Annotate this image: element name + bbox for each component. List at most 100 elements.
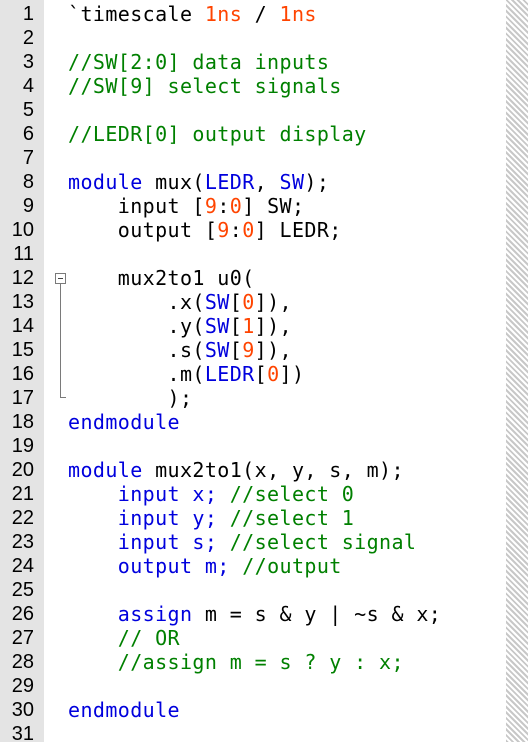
code-line[interactable]: 12 mux2to1 u0( <box>0 266 506 290</box>
code-text[interactable]: // OR <box>68 626 180 650</box>
code-token-keyword: LEDR <box>204 170 255 194</box>
code-text[interactable]: .m(LEDR[0]) <box>68 362 305 386</box>
code-line[interactable]: 22 input y; //select 1 <box>0 506 506 530</box>
code-token-comment: // OR <box>68 626 180 650</box>
code-text[interactable]: .s(SW[9]), <box>68 338 292 362</box>
line-number: 3 <box>22 51 34 73</box>
code-text[interactable]: output m; //output <box>68 554 342 578</box>
code-text[interactable]: input [9:0] SW; <box>68 194 304 218</box>
line-number: 27 <box>11 627 34 649</box>
code-line[interactable]: 13 .x(SW[0]), <box>0 290 506 314</box>
code-line[interactable]: 21 input x; //select 0 <box>0 482 506 506</box>
code-text[interactable]: mux2to1 u0( <box>68 266 255 290</box>
line-number: 31 <box>11 723 34 742</box>
code-token-default: ]), <box>254 314 292 338</box>
line-number: 10 <box>11 219 34 241</box>
code-token-comment: //select signal <box>229 530 417 554</box>
code-line[interactable]: 19 <box>0 434 506 458</box>
code-token-default: ]), <box>254 290 292 314</box>
code-text[interactable]: //LEDR[0] output display <box>68 122 367 146</box>
line-number: 21 <box>11 483 34 505</box>
code-token-default: mux2to1 u0( <box>68 266 255 290</box>
line-number: 30 <box>11 699 34 721</box>
code-line[interactable]: 31 <box>0 722 506 742</box>
code-text[interactable]: ); <box>68 386 193 410</box>
code-token-default: : <box>229 218 243 242</box>
code-line[interactable]: 17 ); <box>0 386 506 410</box>
code-token-number: 0 <box>242 290 255 314</box>
code-line[interactable]: 26 assign m = s & y | ~s & x; <box>0 602 506 626</box>
code-token-number: 9 <box>204 194 218 218</box>
code-line[interactable]: 29 <box>0 674 506 698</box>
line-number: 28 <box>11 651 34 673</box>
code-line[interactable]: 9 input [9:0] SW; <box>0 194 506 218</box>
code-line[interactable]: 2 <box>0 26 506 50</box>
code-line[interactable]: 10 output [9:0] LEDR; <box>0 218 506 242</box>
code-token-number: 0 <box>267 362 280 386</box>
code-text[interactable]: .y(SW[1]), <box>68 314 292 338</box>
code-text[interactable]: `timescale 1ns / 1ns <box>68 2 317 26</box>
code-line[interactable]: 3 //SW[2:0] data inputs <box>0 50 506 74</box>
code-token-default: mux2to1(x, y, s, m); <box>142 458 404 482</box>
code-line[interactable]: 7 <box>0 146 506 170</box>
code-text[interactable]: //SW[2:0] data inputs <box>68 50 329 74</box>
code-token-default: `timescale <box>68 2 205 26</box>
code-token-default: : <box>217 194 230 218</box>
code-text[interactable]: assign m = s & y | ~s & x; <box>68 602 441 626</box>
code-line[interactable]: 8 module mux(LEDR, SW); <box>0 170 506 194</box>
code-token-default: input [ <box>68 194 205 218</box>
code-token-default: mux( <box>142 170 205 194</box>
code-line[interactable]: 11 <box>0 242 506 266</box>
code-line[interactable]: 30 endmodule <box>0 698 506 722</box>
code-line[interactable]: 14 .y(SW[1]), <box>0 314 506 338</box>
code-text[interactable]: //SW[9] select signals <box>68 74 342 98</box>
code-text[interactable]: .x(SW[0]), <box>68 290 292 314</box>
line-number: 8 <box>22 171 34 193</box>
code-line[interactable]: 1 `timescale 1ns / 1ns <box>0 2 506 26</box>
line-number: 13 <box>11 291 34 313</box>
code-token-default: m = s & y | ~s & x; <box>192 602 442 626</box>
code-line[interactable]: 24 output m; //output <box>0 554 506 578</box>
line-number: 19 <box>11 435 34 457</box>
code-token-default: ]), <box>254 338 292 362</box>
line-number: 24 <box>11 555 34 577</box>
code-line[interactable]: 20 module mux2to1(x, y, s, m); <box>0 458 506 482</box>
line-number: 22 <box>11 507 34 529</box>
code-token-default: ] SW; <box>242 194 305 218</box>
code-token-keyword: input y; <box>68 506 230 530</box>
code-token-default: / <box>242 2 280 26</box>
code-line[interactable]: 18 endmodule <box>0 410 506 434</box>
code-text[interactable]: module mux2to1(x, y, s, m); <box>68 458 404 482</box>
code-text[interactable]: input x; //select 0 <box>68 482 354 506</box>
line-number: 4 <box>22 75 34 97</box>
code-line[interactable]: 15 .s(SW[9]), <box>0 338 506 362</box>
code-token-keyword: input x; <box>68 482 230 506</box>
line-number: 5 <box>22 99 34 121</box>
code-line[interactable]: 16 .m(LEDR[0]) <box>0 362 506 386</box>
code-token-keyword: LEDR <box>204 362 255 386</box>
code-token-default: [ <box>229 338 243 362</box>
code-line[interactable]: 5 <box>0 98 506 122</box>
code-text[interactable]: input s; //select signal <box>68 530 416 554</box>
line-number: 9 <box>22 195 34 217</box>
code-line[interactable]: 25 <box>0 578 506 602</box>
code-line[interactable]: 4 //SW[9] select signals <box>0 74 506 98</box>
code-line[interactable]: 27 // OR <box>0 626 506 650</box>
code-text[interactable]: output [9:0] LEDR; <box>68 218 342 242</box>
code-token-keyword: endmodule <box>68 698 180 722</box>
code-text[interactable]: //assign m = s ? y : x; <box>68 650 404 674</box>
code-text[interactable]: module mux(LEDR, SW); <box>68 170 329 194</box>
code-line[interactable]: 23 input s; //select signal <box>0 530 506 554</box>
code-text[interactable]: input y; //select 1 <box>68 506 354 530</box>
code-text[interactable]: endmodule <box>68 410 180 434</box>
code-line[interactable]: 6 //LEDR[0] output display <box>0 122 506 146</box>
code-editor[interactable]: 1 `timescale 1ns / 1ns 2 3 //SW[2:0] data in… <box>0 0 528 742</box>
code-line[interactable]: 28 //assign m = s ? y : x; <box>0 650 506 674</box>
line-number: 20 <box>11 459 34 481</box>
code-text[interactable]: endmodule <box>68 698 180 722</box>
code-token-keyword: module <box>68 170 143 194</box>
code-token-number: 1ns <box>279 2 317 26</box>
code-token-default: ); <box>304 170 330 194</box>
code-token-comment: //SW[9] select signals <box>68 74 342 98</box>
code-token-comment: //SW[2:0] data inputs <box>68 50 330 74</box>
